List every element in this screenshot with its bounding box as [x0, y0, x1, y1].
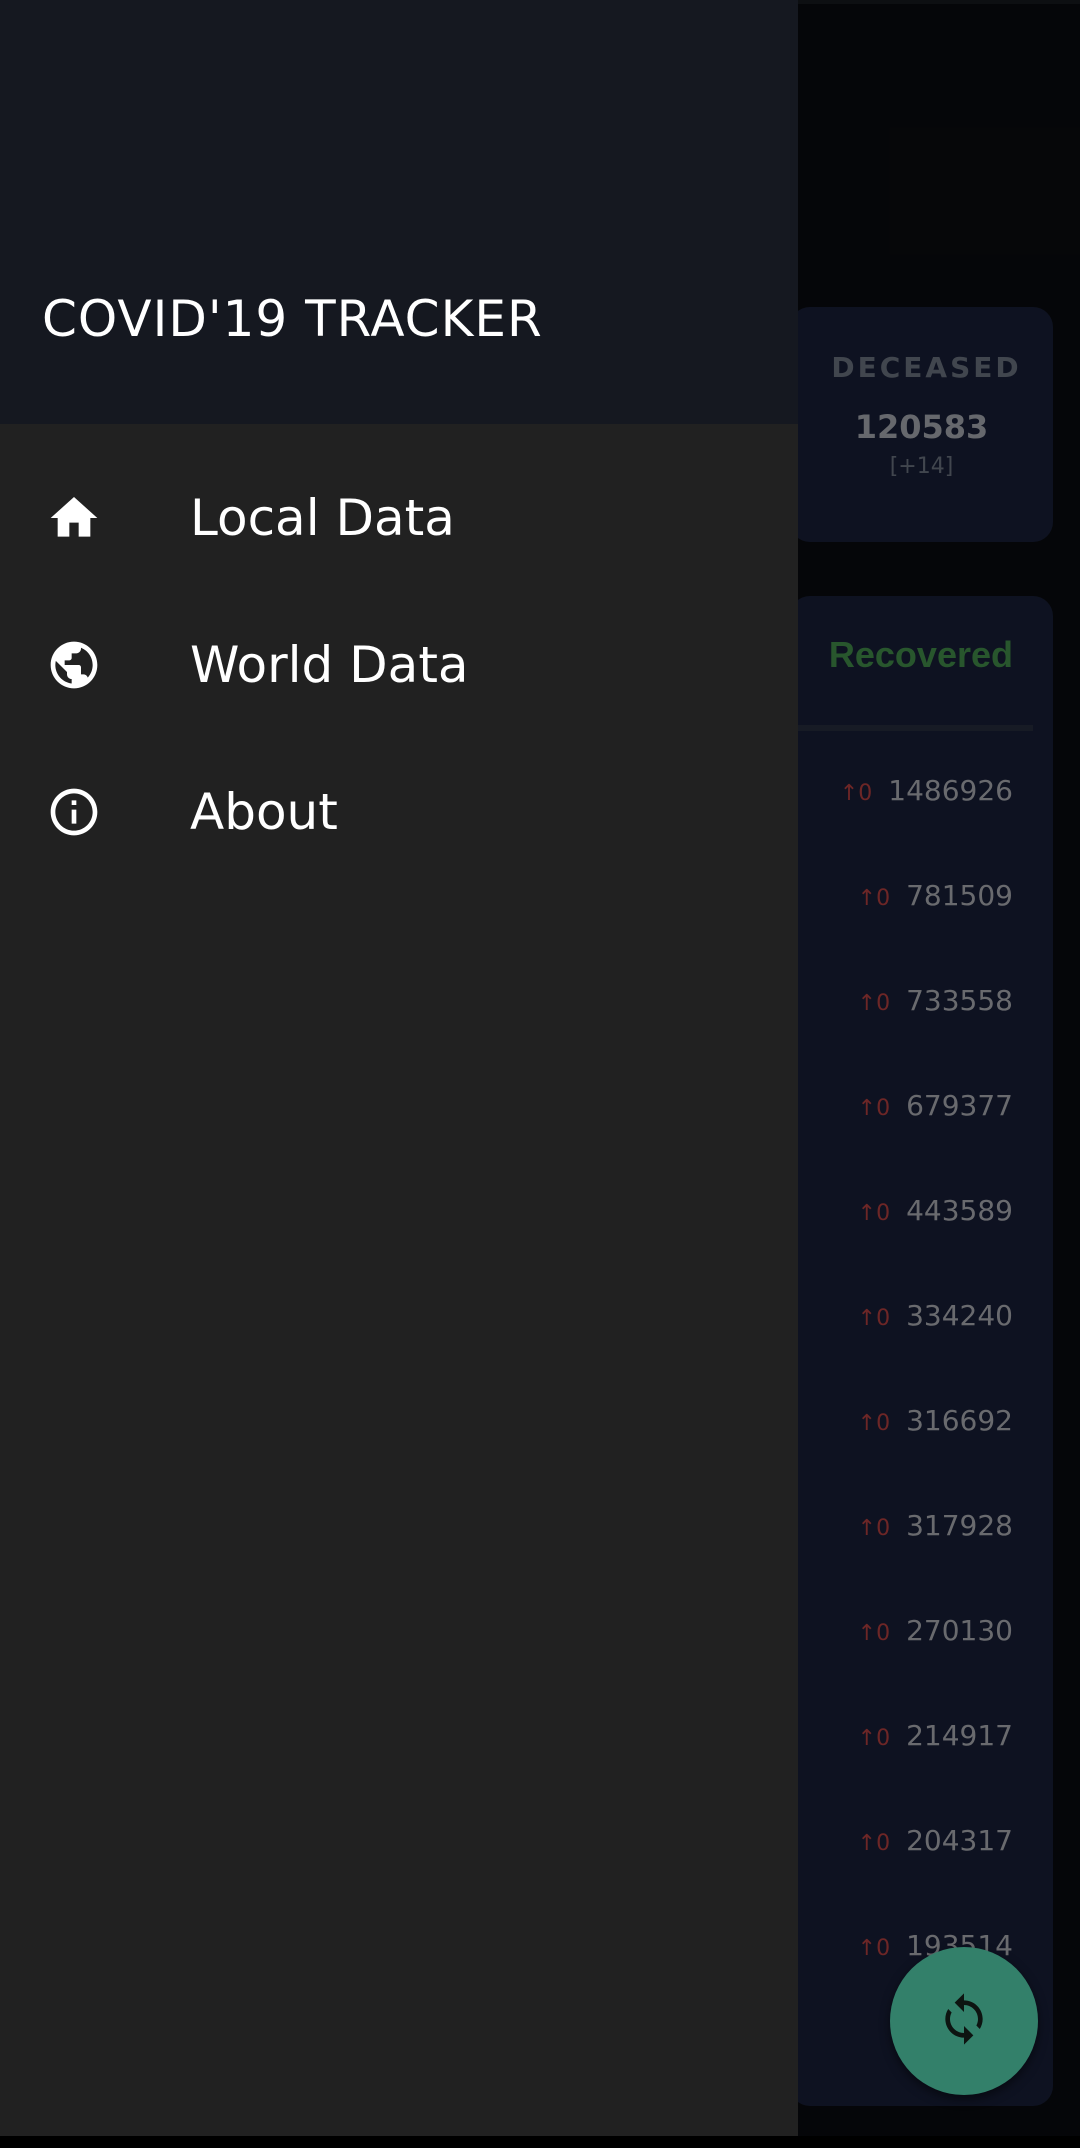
info-icon [46, 784, 102, 840]
nav-item-about[interactable]: About [0, 742, 798, 882]
nav-item-label: Local Data [190, 489, 455, 547]
nav-item-label: World Data [190, 636, 469, 694]
nav-item-local-data[interactable]: Local Data [0, 448, 798, 588]
navigation-drawer: COVID'19 TRACKER Local Data World Data A… [0, 0, 798, 2136]
nav-item-world-data[interactable]: World Data [0, 595, 798, 735]
globe-icon [46, 637, 102, 693]
app-title: COVID'19 TRACKER [42, 290, 543, 348]
home-icon [46, 490, 102, 546]
drawer-header: COVID'19 TRACKER [0, 0, 798, 424]
refresh-icon [936, 1991, 992, 2051]
nav-item-label: About [190, 783, 338, 841]
refresh-button[interactable] [890, 1947, 1038, 2095]
navigation-bar [0, 2136, 1080, 2148]
